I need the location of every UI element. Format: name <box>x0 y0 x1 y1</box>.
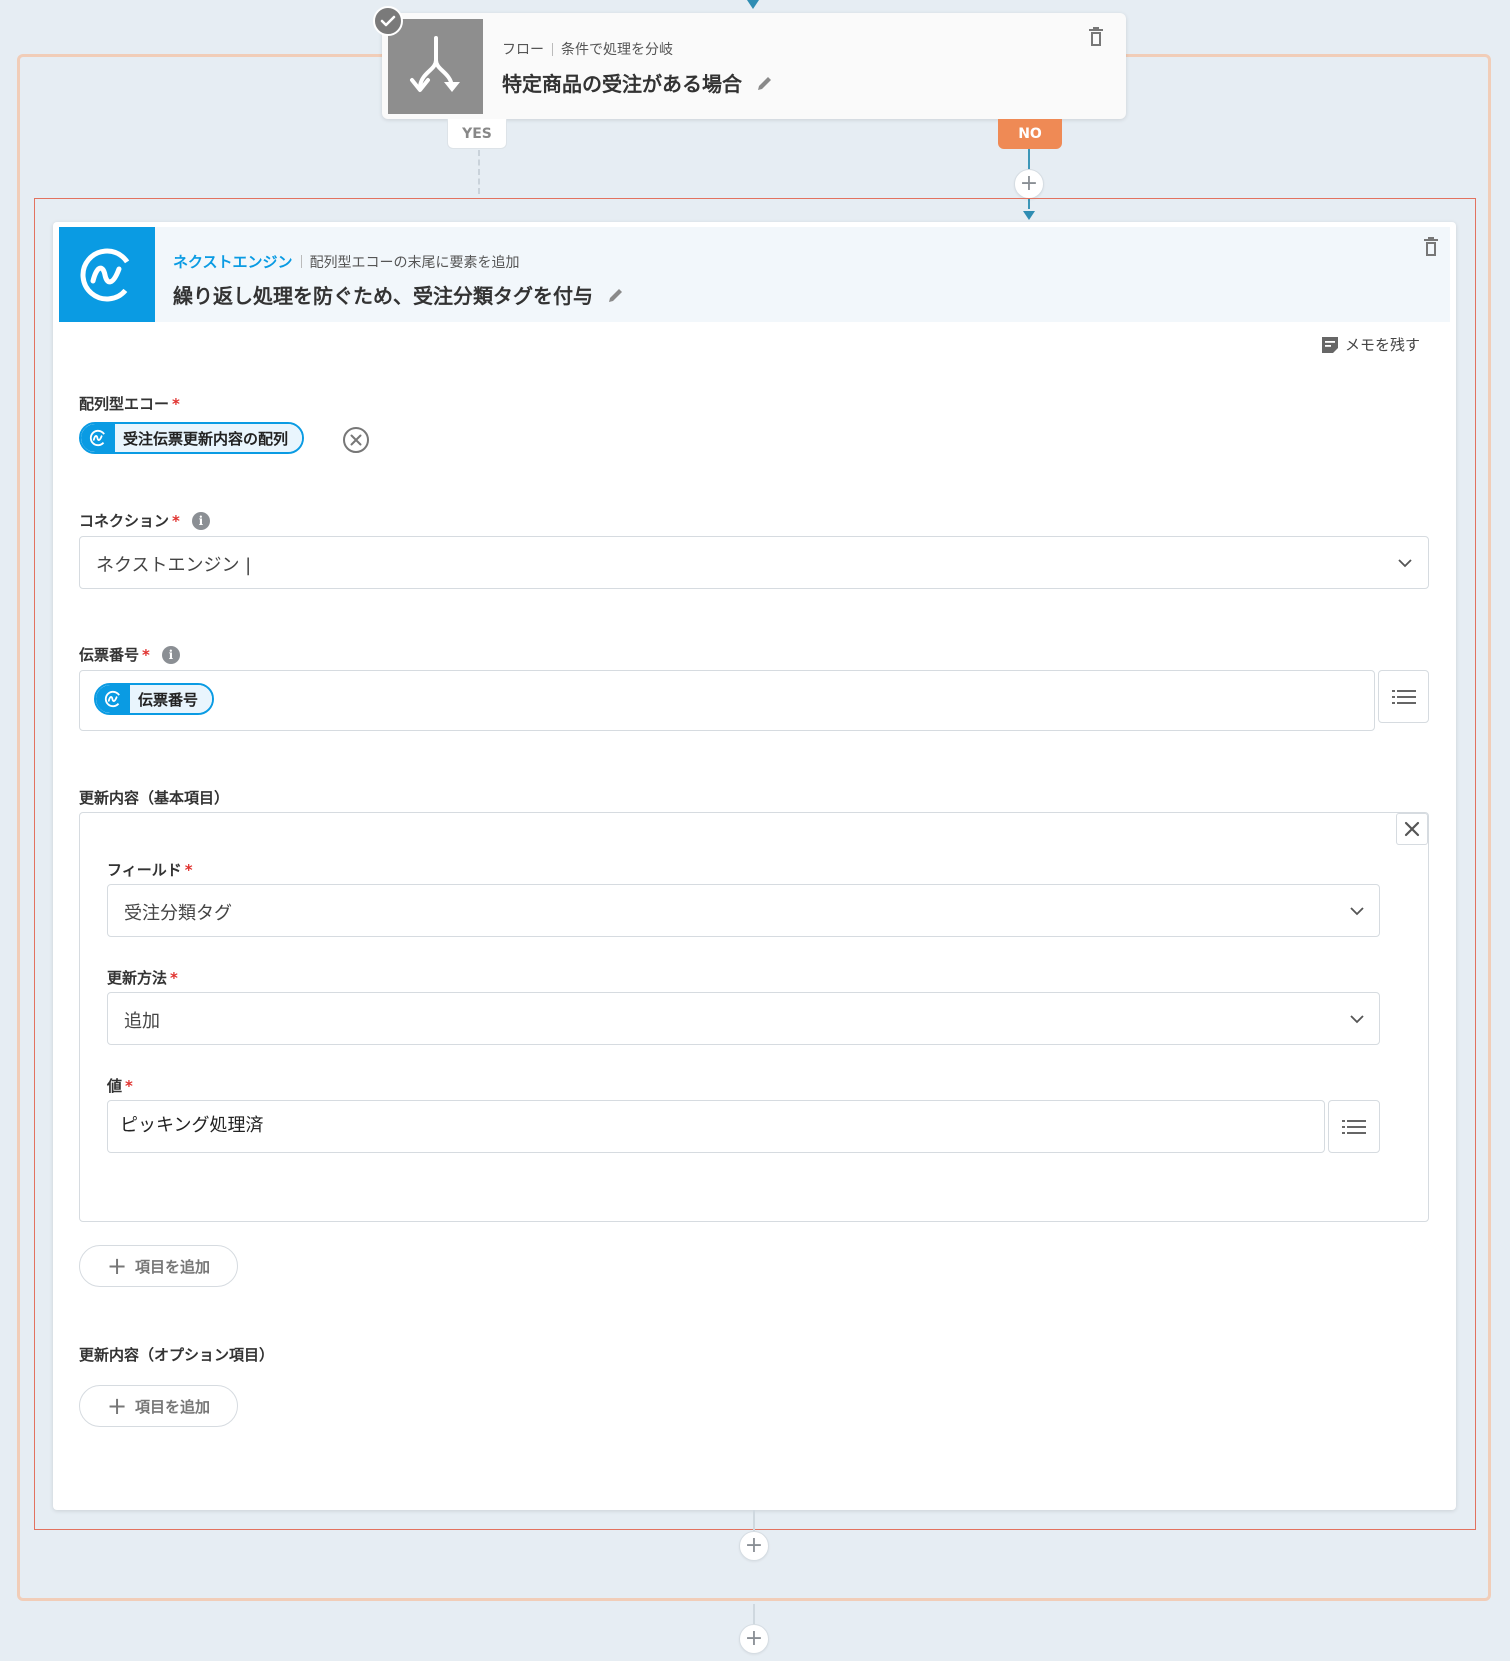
add-option-item-button[interactable]: + 項目を追加 <box>79 1385 238 1427</box>
plus-icon: + <box>744 1533 764 1558</box>
plus-icon: + <box>744 1626 764 1651</box>
trash-icon[interactable] <box>1423 237 1439 257</box>
list-icon <box>1342 1119 1366 1134</box>
update-basic-label: 更新内容（基本項目） <box>79 789 230 807</box>
flow-action-name: 条件で処理を分岐 <box>561 42 673 58</box>
nextengine-logo-icon <box>96 685 130 713</box>
slip-number-input[interactable]: 伝票番号 <box>79 670 1375 731</box>
connection-label: コネクション * i <box>79 510 210 531</box>
nextengine-icon-box <box>59 227 155 322</box>
field-select[interactable]: 受注分類タグ <box>107 884 1380 937</box>
action-title: 繰り返し処理を防ぐため、受注分類タグを付与 <box>173 280 625 309</box>
flow-breadcrumb: フロー 条件で処理を分岐 <box>502 39 673 59</box>
info-icon[interactable]: i <box>161 645 180 664</box>
slip-number-list-button[interactable] <box>1378 670 1429 723</box>
method-select[interactable]: 追加 <box>107 992 1380 1045</box>
action-step-card[interactable]: ネクストエンジン 配列型エコーの末尾に要素を追加 繰り返し処理を防ぐため、受注分… <box>53 222 1456 1510</box>
trash-icon[interactable] <box>1088 27 1104 47</box>
connector-after-group <box>753 1604 755 1624</box>
method-label: 更新方法 * <box>107 968 178 988</box>
branch-icon-box <box>388 19 483 114</box>
flow-title: 特定商品の受注がある場合 <box>502 68 774 97</box>
field-label: フィールド * <box>107 860 193 880</box>
connector-yes <box>478 150 480 194</box>
flow-title-text: 特定商品の受注がある場合 <box>502 72 742 96</box>
update-basic-group: フィールド * 受注分類タグ 更新方法 * 追加 値 * ピッキング処理済 <box>79 812 1429 1222</box>
value-input[interactable]: ピッキング処理済 <box>107 1100 1325 1153</box>
close-icon <box>1404 821 1420 837</box>
plus-icon: + <box>106 1252 128 1280</box>
remove-item-button[interactable] <box>1396 813 1428 845</box>
branch-icon <box>409 35 460 92</box>
edit-icon[interactable] <box>607 286 625 304</box>
connection-select[interactable]: ネクストエンジン | <box>79 536 1429 589</box>
plus-icon: + <box>106 1392 128 1420</box>
slip-number-label: 伝票番号 * i <box>79 644 180 665</box>
add-basic-item-button[interactable]: + 項目を追加 <box>79 1245 238 1287</box>
check-icon <box>373 6 403 36</box>
action-breadcrumb: ネクストエンジン 配列型エコーの末尾に要素を追加 <box>173 251 520 272</box>
chevron-down-icon <box>1350 907 1364 916</box>
chevron-down-icon <box>1350 1015 1364 1024</box>
action-action-name: 配列型エコーの末尾に要素を追加 <box>309 254 520 271</box>
array-echo-label: 配列型エコー * <box>79 394 180 414</box>
add-step-button-no[interactable]: + <box>1014 169 1044 199</box>
chevron-down-icon <box>1398 559 1412 568</box>
value-label: 値 * <box>107 1076 133 1096</box>
edit-icon[interactable] <box>756 74 774 92</box>
connector-arrow-top <box>747 0 759 9</box>
branch-yes-tag: YES <box>447 119 507 149</box>
slip-number-variable-pill[interactable]: 伝票番号 <box>94 683 215 715</box>
breadcrumb-separator <box>300 255 302 268</box>
action-title-text: 繰り返し処理を防ぐため、受注分類タグを付与 <box>173 284 593 308</box>
update-option-label: 更新内容（オプション項目） <box>79 1346 275 1364</box>
array-echo-variable-pill[interactable]: 受注伝票更新内容の配列 <box>79 422 305 454</box>
add-step-button-bottom[interactable]: + <box>739 1624 769 1654</box>
flow-condition-card[interactable]: フロー 条件で処理を分岐 特定商品の受注がある場合 <box>382 13 1126 119</box>
nextengine-logo-icon <box>81 424 115 452</box>
nextengine-logo-icon <box>80 248 134 301</box>
info-icon[interactable]: i <box>191 511 210 530</box>
value-list-button[interactable] <box>1328 1100 1380 1153</box>
plus-icon: + <box>1019 171 1039 196</box>
action-service-name: ネクストエンジン <box>173 253 293 271</box>
memo-icon <box>1322 336 1338 353</box>
list-icon <box>1391 689 1416 704</box>
flow-service-name: フロー <box>502 42 544 58</box>
add-step-button-after[interactable]: + <box>739 1531 769 1561</box>
clear-circle-icon[interactable] <box>342 426 370 454</box>
memo-button[interactable]: メモを残す <box>1321 334 1420 355</box>
breadcrumb-separator <box>552 42 553 56</box>
branch-no-tag: NO <box>998 119 1062 149</box>
action-card-header: ネクストエンジン 配列型エコーの末尾に要素を追加 繰り返し処理を防ぐため、受注分… <box>59 227 1450 322</box>
